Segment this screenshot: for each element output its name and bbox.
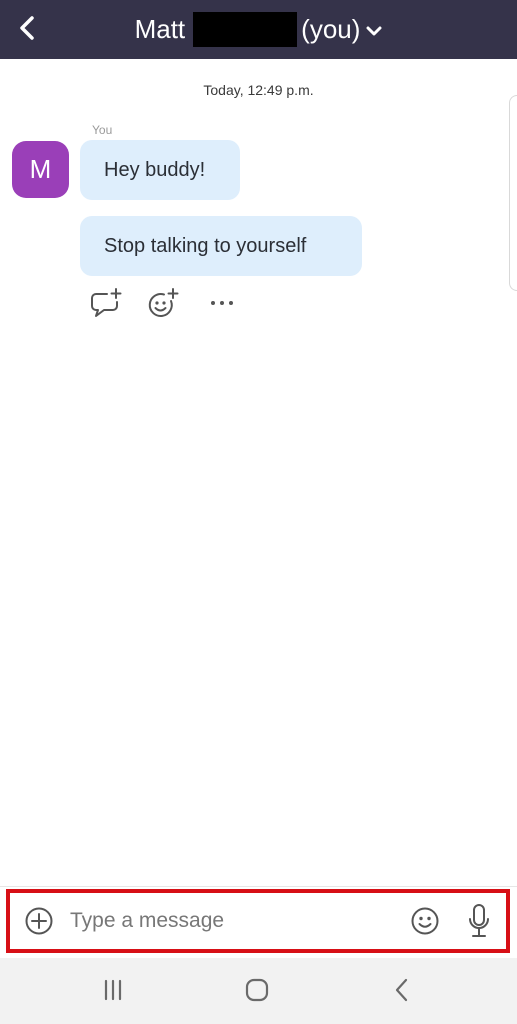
- emoji-plus-icon: [148, 288, 179, 318]
- add-reaction-button[interactable]: [144, 286, 184, 320]
- message-input[interactable]: [70, 901, 408, 941]
- message-composer: [10, 893, 506, 949]
- message-bubble[interactable]: Hey buddy!: [80, 140, 240, 200]
- message-bubble[interactable]: Stop talking to yourself: [80, 216, 362, 276]
- system-navigation-bar: [0, 958, 517, 1024]
- comment-plus-icon: [91, 288, 122, 317]
- voice-message-button[interactable]: [464, 901, 494, 941]
- system-back-button[interactable]: [382, 972, 422, 1008]
- self-indicator: (you): [301, 14, 361, 44]
- recents-icon: [104, 979, 122, 1001]
- recents-button[interactable]: [93, 972, 133, 1008]
- emoji-button[interactable]: [408, 904, 442, 938]
- home-button[interactable]: [237, 972, 277, 1008]
- message-actions: [86, 286, 260, 320]
- chat-title[interactable]: Matt (you): [0, 0, 517, 59]
- more-horizontal-icon: [211, 301, 233, 305]
- chevron-down-icon[interactable]: [366, 23, 382, 39]
- home-icon: [245, 978, 269, 1002]
- conversation-timestamp: Today, 12:49 p.m.: [203, 82, 314, 98]
- side-panel-handle[interactable]: [509, 95, 517, 291]
- more-options-button[interactable]: [202, 286, 242, 320]
- back-icon: [395, 978, 408, 1002]
- message-text: Stop talking to yourself: [104, 234, 307, 257]
- plus-circle-icon: [25, 907, 53, 935]
- chat-screen: Matt (you) Today, 12:49 p.m. You M Hey b…: [0, 0, 517, 1024]
- avatar[interactable]: M: [12, 141, 69, 198]
- add-attachment-button[interactable]: [22, 904, 56, 938]
- emoji-icon: [411, 907, 439, 935]
- contact-first-name: Matt: [134, 14, 186, 44]
- redacted-last-name: [193, 12, 298, 47]
- avatar-initial: M: [29, 154, 52, 184]
- microphone-icon: [469, 904, 489, 937]
- reply-thread-button[interactable]: [86, 286, 126, 320]
- message-text: Hey buddy!: [104, 158, 206, 181]
- chat-header: Matt (you): [0, 0, 517, 59]
- sender-label: You: [92, 123, 113, 137]
